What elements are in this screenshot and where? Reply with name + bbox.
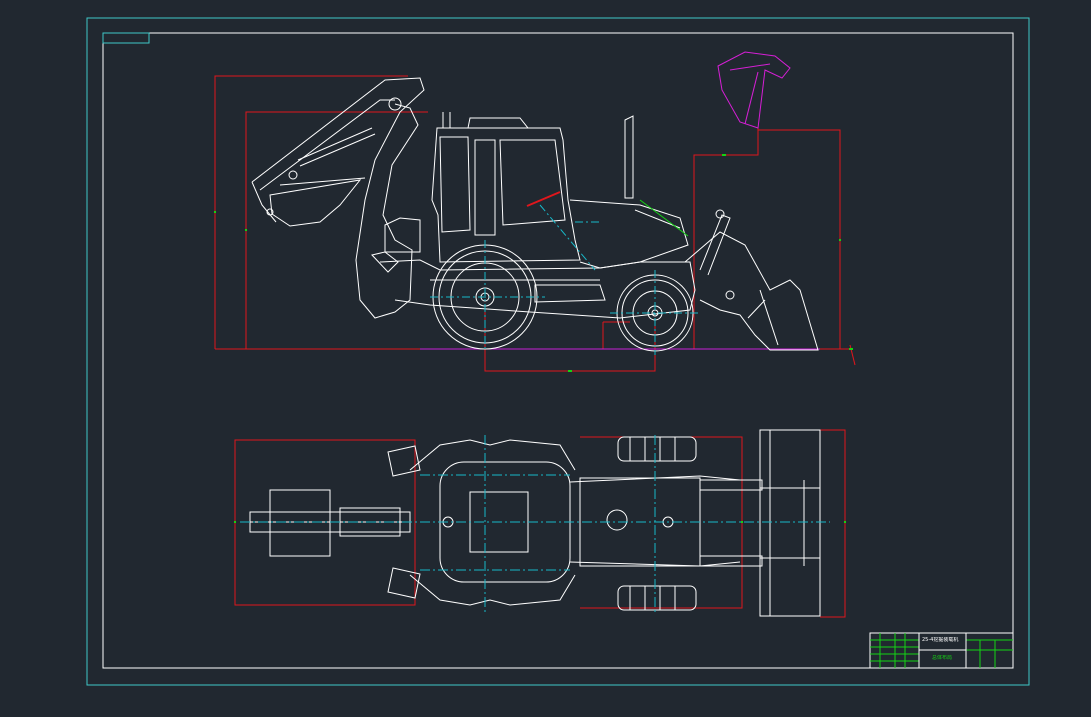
raised-bucket <box>717 51 791 129</box>
cab <box>431 112 581 263</box>
wheels-plan <box>617 436 697 611</box>
top-view <box>234 429 846 618</box>
outer-frame <box>86 17 1030 686</box>
chassis <box>379 259 696 319</box>
side-view <box>214 51 856 372</box>
backhoe-arm <box>251 77 425 319</box>
top-dimensions <box>234 429 846 618</box>
cad-drawing-canvas <box>86 17 1030 686</box>
drawing-frames <box>86 17 1030 686</box>
corner-label-box <box>102 32 150 44</box>
side-dim-ticks <box>214 154 853 372</box>
loader-plan <box>699 429 821 617</box>
loader-arm <box>684 209 819 351</box>
engine-hood <box>526 115 689 269</box>
title-block-subtitle: 总体布局 <box>932 655 953 661</box>
title-block-title: 25-4挖掘装载机 <box>922 637 959 643</box>
